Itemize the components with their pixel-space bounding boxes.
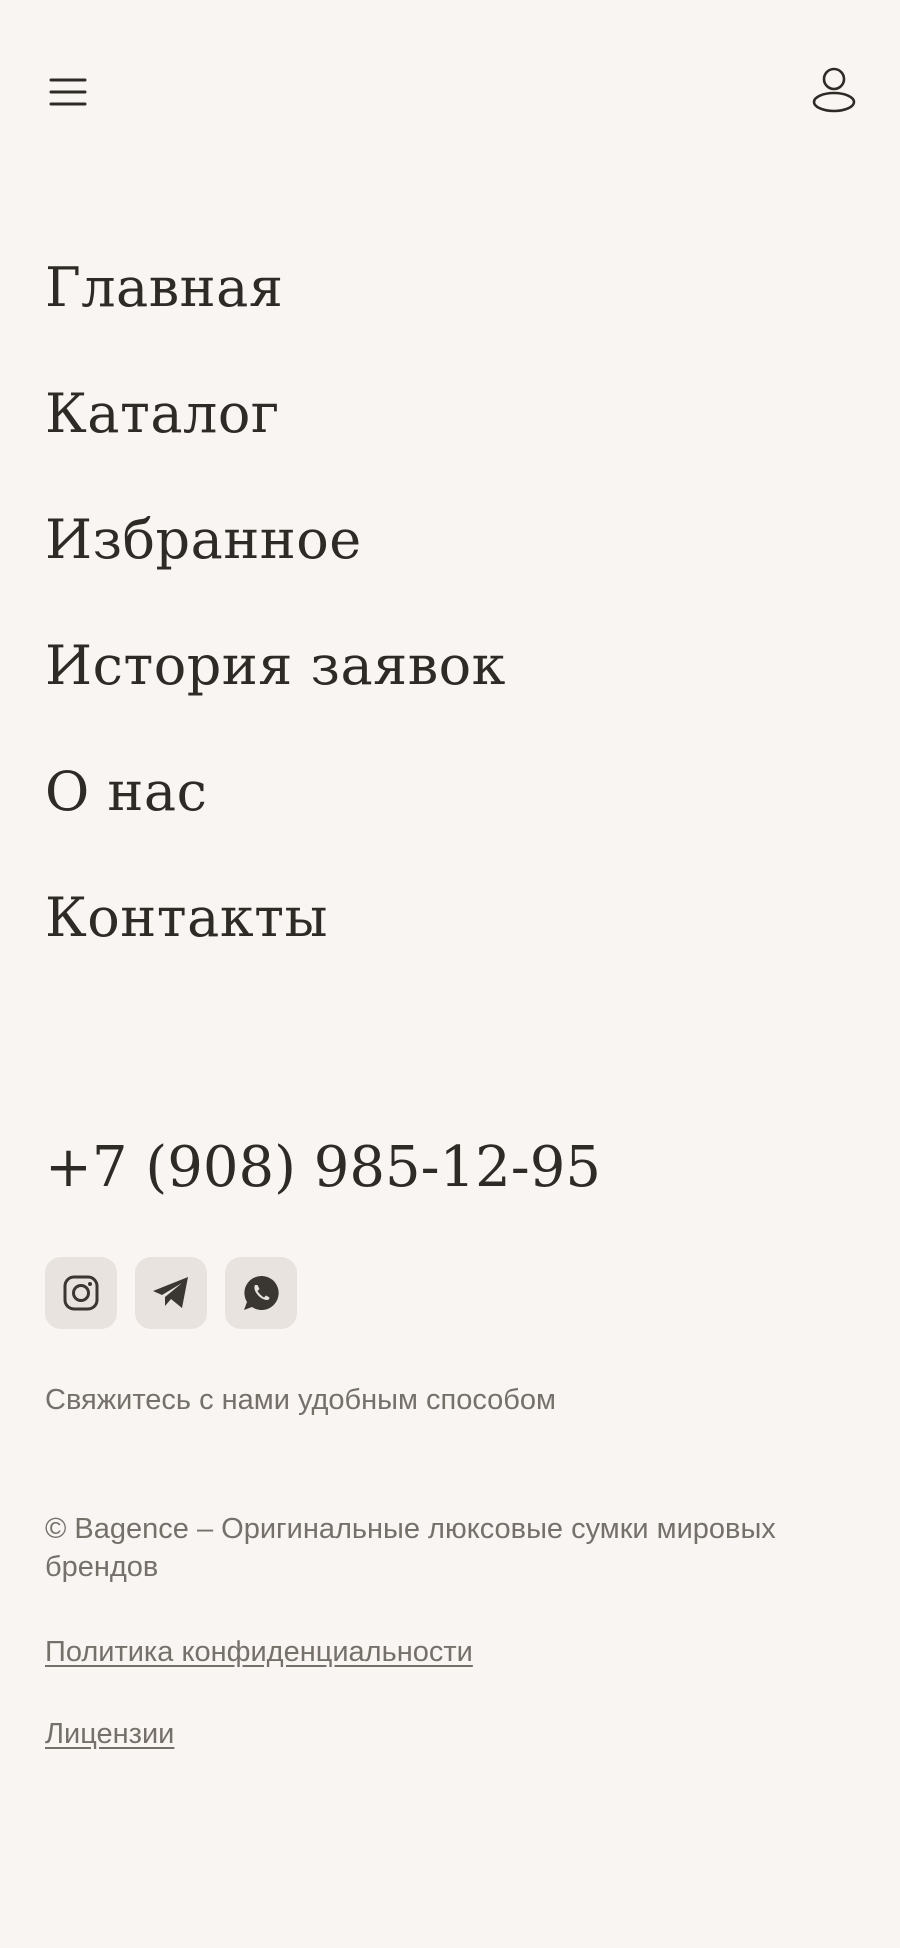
nav-item-favorites[interactable]: Избранное — [45, 504, 506, 576]
hamburger-menu-icon — [49, 78, 87, 106]
phone-link[interactable]: +7 (908) 985-12-95 — [45, 1132, 601, 1204]
telegram-icon — [153, 1277, 188, 1308]
nav-item-home[interactable]: Главная — [45, 252, 506, 324]
user-profile-icon — [812, 67, 856, 113]
nav-item-about[interactable]: О нас — [45, 756, 506, 828]
menu-button[interactable] — [40, 64, 96, 120]
contact-note: Свяжитесь с нами удобным способом — [45, 1384, 556, 1416]
whatsapp-button[interactable] — [225, 1257, 297, 1329]
whatsapp-icon — [244, 1275, 279, 1310]
nav-item-contacts[interactable]: Контакты — [45, 882, 506, 954]
copyright-text: © Bagence – Оригинальные люксовые сумки … — [45, 1513, 776, 1583]
telegram-button[interactable] — [135, 1257, 207, 1329]
instagram-icon — [63, 1275, 99, 1311]
privacy-policy-link[interactable]: Политика конфиденциальности — [45, 1632, 473, 1672]
licenses-link[interactable]: Лицензии — [45, 1714, 174, 1754]
profile-button[interactable] — [804, 60, 864, 120]
main-nav: Главная Каталог Избранное История заявок… — [45, 252, 506, 1008]
instagram-button[interactable] — [45, 1257, 117, 1329]
social-links — [45, 1257, 297, 1329]
nav-item-request-history[interactable]: История заявок — [45, 630, 506, 702]
nav-item-catalog[interactable]: Каталог — [45, 378, 506, 450]
